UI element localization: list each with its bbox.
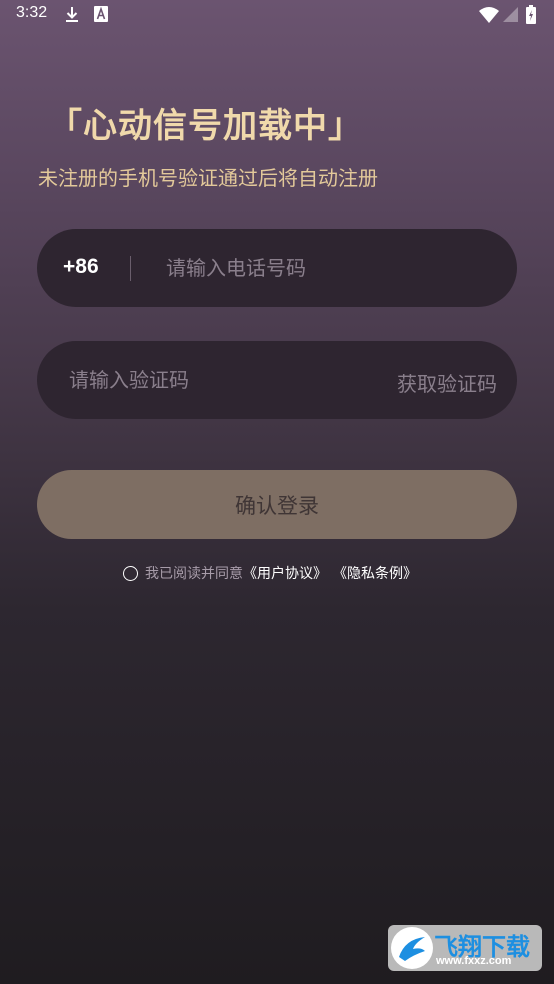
signal-icon [503, 7, 518, 26]
watermark-url: www.fxxz.com [436, 955, 512, 967]
login-button[interactable]: 确认登录 [37, 470, 517, 539]
watermark-logo: 飞翔下载 www.fxxz.com [388, 925, 542, 971]
phone-input[interactable] [166, 253, 486, 283]
battery-icon [526, 5, 536, 28]
status-bar: 3:32 [0, 0, 554, 30]
agreement-text: 我已阅读并同意 [145, 566, 243, 582]
wifi-icon [479, 7, 499, 27]
page-title: 「心动信号加载中」 [48, 106, 363, 146]
field-divider [130, 256, 131, 281]
get-code-button[interactable]: 获取验证码 [397, 368, 497, 397]
country-code[interactable]: +86 [63, 255, 99, 279]
notification-a-icon [94, 6, 108, 26]
agreement-radio[interactable] [123, 565, 138, 581]
code-field: 获取验证码 [37, 341, 517, 419]
status-time: 3:32 [16, 4, 48, 21]
download-icon [64, 6, 80, 28]
user-agreement-link[interactable]: 《用户协议》 [243, 563, 327, 583]
agreement-row: 我已阅读并同意 《用户协议》 《隐私条例》 [123, 563, 417, 583]
verification-code-input[interactable] [69, 365, 369, 395]
privacy-policy-link[interactable]: 《隐私条例》 [333, 563, 417, 583]
phone-field: +86 [37, 229, 517, 307]
watermark-bird-icon [391, 927, 433, 969]
page-subtitle: 未注册的手机号验证通过后将自动注册 [38, 166, 378, 190]
